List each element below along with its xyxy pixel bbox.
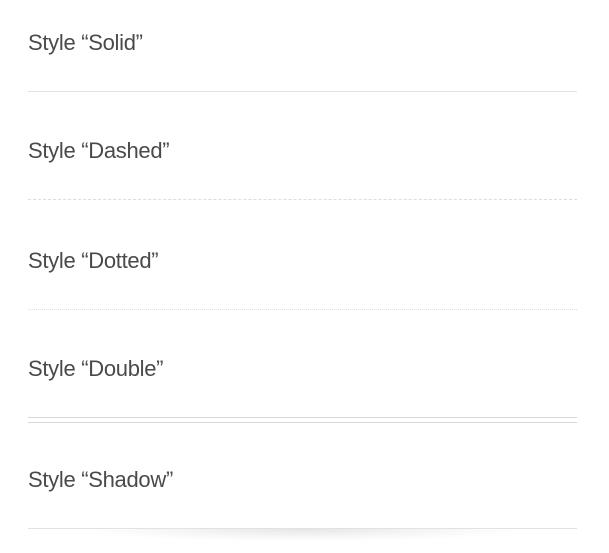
dotted-divider <box>28 309 577 310</box>
section-heading: Style “Dashed” <box>28 138 170 163</box>
section-heading: Style “Dotted” <box>28 248 159 273</box>
divider-shadow <box>88 529 518 541</box>
double-divider <box>28 417 577 423</box>
section-heading: Style “Shadow” <box>28 467 173 492</box>
dashed-divider <box>28 199 577 200</box>
solid-divider <box>28 91 577 92</box>
section-heading: Style “Solid” <box>28 30 143 55</box>
section-heading: Style “Double” <box>28 356 164 381</box>
